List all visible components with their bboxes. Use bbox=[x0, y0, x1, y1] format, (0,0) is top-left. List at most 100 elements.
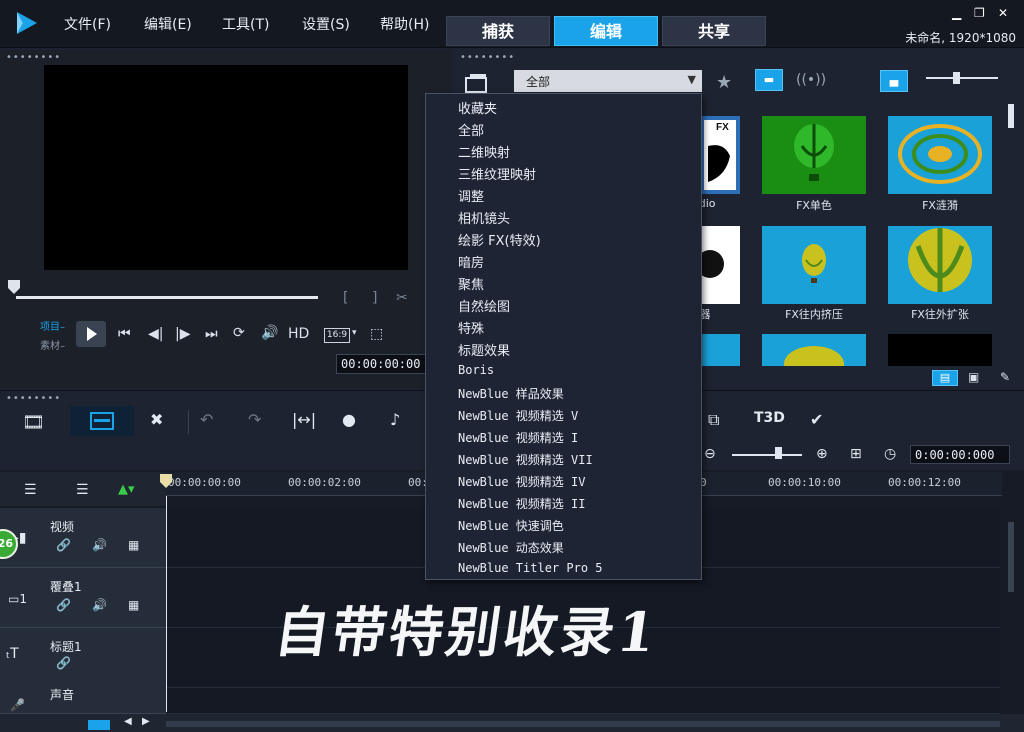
zoom-in-icon[interactable]: ⊕ bbox=[816, 446, 828, 462]
timeline-fit-button[interactable] bbox=[88, 720, 110, 730]
scroll-right-icon[interactable]: ▶ bbox=[142, 716, 150, 727]
thumb-unknown[interactable] bbox=[700, 226, 740, 304]
thumb-fx-mono[interactable] bbox=[762, 116, 866, 194]
thumb-row3-c[interactable] bbox=[888, 334, 992, 366]
track-lane-voice[interactable] bbox=[167, 688, 1000, 714]
mark-out-icon[interactable]: ] bbox=[372, 290, 377, 306]
link-icon[interactable]: 🔗 bbox=[56, 656, 71, 670]
show-audio-filters-icon[interactable]: ((•)) bbox=[796, 72, 826, 88]
timeline-vscrollbar[interactable] bbox=[1008, 522, 1014, 592]
link-icon[interactable]: 🔗 bbox=[56, 598, 71, 612]
aspect-ratio-button[interactable]: 16:9 bbox=[324, 328, 350, 343]
scroll-left-icon[interactable]: ◀ bbox=[124, 716, 132, 727]
hd-toggle[interactable]: HD bbox=[288, 326, 309, 342]
undo-icon[interactable]: ↶ bbox=[200, 410, 213, 429]
close-icon[interactable]: ✕ bbox=[998, 6, 1008, 20]
category-select[interactable]: 全部 ▼ bbox=[514, 70, 702, 92]
dropdown-item-adjust[interactable]: 调整 bbox=[458, 186, 484, 205]
prev-frame-icon[interactable]: ◀| bbox=[148, 326, 163, 342]
dropdown-item-natural-painting[interactable]: 自然绘图 bbox=[458, 296, 510, 315]
aspect-dropdown-icon[interactable]: ▾ bbox=[352, 328, 357, 338]
track-mute-icon[interactable]: 🔊 bbox=[92, 538, 107, 552]
storyboard-view-icon[interactable]: 🎞 bbox=[22, 412, 45, 433]
show-video-filters-button[interactable]: ▬ bbox=[755, 69, 783, 91]
add-favorite-icon[interactable]: ★ bbox=[716, 72, 732, 93]
timeline-grip[interactable]: •••••••• bbox=[6, 393, 61, 404]
thumb-row3-a[interactable] bbox=[700, 334, 740, 366]
fit-timeline-icon[interactable]: |↔| bbox=[292, 410, 316, 429]
menu-tools[interactable]: 工具(T) bbox=[222, 14, 269, 34]
sound-mixer-icon[interactable]: ♪ bbox=[390, 410, 400, 429]
dropdown-item-special[interactable]: 特殊 bbox=[458, 318, 484, 337]
volume-icon[interactable]: 🔊 bbox=[261, 325, 278, 341]
dropdown-item-title-effects[interactable]: 标题效果 bbox=[458, 340, 510, 359]
thumb-size-slider[interactable] bbox=[926, 77, 998, 79]
tab-capture[interactable]: 捕获 bbox=[446, 16, 550, 46]
thumb-size-handle[interactable] bbox=[953, 72, 960, 84]
menu-help[interactable]: 帮助(H) bbox=[380, 14, 429, 34]
tab-share[interactable]: 共享 bbox=[662, 16, 766, 46]
dropdown-item-newblue-i[interactable]: NewBlue 视频精选 I bbox=[458, 429, 578, 446]
dropdown-item-camera-lens[interactable]: 相机镜头 bbox=[458, 208, 510, 227]
dropdown-item-darkroom[interactable]: 暗房 bbox=[458, 252, 484, 271]
menu-file[interactable]: 文件(F) bbox=[64, 14, 111, 34]
zoom-handle[interactable] bbox=[775, 447, 782, 459]
library-view-list-button[interactable]: ▤ bbox=[932, 370, 958, 386]
zoom-out-icon[interactable]: ⊖ bbox=[704, 446, 716, 462]
category-dropdown[interactable]: 收藏夹 全部 二维映射 三维纹理映射 调整 相机镜头 绘影 FX(特效) 暗房 … bbox=[425, 93, 702, 580]
motion-icon[interactable]: ✔ bbox=[810, 410, 823, 429]
view-mode-button[interactable]: ▄ bbox=[880, 70, 908, 92]
multicam-icon[interactable]: ⧉ bbox=[708, 410, 719, 430]
library-options-icon[interactable]: ✎ bbox=[1000, 370, 1010, 384]
track-mute-icon[interactable]: 🔊 bbox=[92, 598, 107, 612]
crop-icon[interactable]: ⬚ bbox=[370, 326, 383, 342]
ripple-edit-icon[interactable]: ▦ bbox=[128, 598, 139, 612]
track-header-title[interactable]: 标题1 bbox=[0, 628, 166, 688]
track-manager-icon[interactable]: ☰ bbox=[24, 482, 37, 498]
split-clip-icon[interactable]: ✂ bbox=[396, 290, 408, 306]
library-view-thumb-icon[interactable]: ▣ bbox=[968, 370, 979, 384]
dropdown-item-boris[interactable]: Boris bbox=[458, 363, 494, 377]
dropdown-item-all[interactable]: 全部 bbox=[458, 120, 484, 139]
thumb-row3-b[interactable] bbox=[762, 334, 866, 366]
thumb-fx-pinch[interactable] bbox=[762, 226, 866, 304]
ripple-edit-icon[interactable]: ▦ bbox=[128, 538, 139, 552]
playhead-icon[interactable] bbox=[160, 474, 172, 488]
thumb-fx-expand[interactable] bbox=[888, 226, 992, 304]
timeline-timecode[interactable]: 0:00:00:000 bbox=[910, 445, 1010, 464]
preview-timecode[interactable]: 00:00:00:00 bbox=[336, 354, 432, 374]
dropdown-item-newblue-v[interactable]: NewBlue 视频精选 V bbox=[458, 407, 578, 424]
mark-in-icon[interactable]: [ bbox=[343, 290, 348, 306]
redo-icon[interactable]: ↷ bbox=[248, 410, 261, 429]
library-scrollbar[interactable] bbox=[1008, 104, 1014, 128]
timeline-hscrollbar[interactable] bbox=[166, 721, 1000, 727]
repeat-icon[interactable]: ⟳ bbox=[233, 325, 245, 341]
menu-edit[interactable]: 编辑(E) bbox=[144, 14, 192, 34]
dropdown-item-focus[interactable]: 聚焦 bbox=[458, 274, 484, 293]
dropdown-item-favorites[interactable]: 收藏夹 bbox=[458, 98, 497, 117]
fit-project-icon[interactable]: ⊞ bbox=[850, 446, 862, 462]
library-grip[interactable]: •••••••• bbox=[460, 52, 515, 63]
menu-settings[interactable]: 设置(S) bbox=[302, 14, 350, 34]
dropdown-item-newblue-color[interactable]: NewBlue 快速调色 bbox=[458, 517, 564, 534]
preview-mode-clip[interactable]: 素材– bbox=[40, 337, 65, 352]
dropdown-item-3d-texture[interactable]: 三维纹理映射 bbox=[458, 164, 536, 183]
dropdown-item-newblue-motion[interactable]: NewBlue 动态效果 bbox=[458, 539, 564, 556]
restore-icon[interactable]: ❐ bbox=[974, 6, 985, 20]
dropdown-item-newblue-vii[interactable]: NewBlue 视频精选 VII bbox=[458, 451, 593, 468]
dropdown-item-newblue-sample[interactable]: NewBlue 样品效果 bbox=[458, 385, 564, 402]
thumb-fx-ripple[interactable] bbox=[888, 116, 992, 194]
tab-edit[interactable]: 编辑 bbox=[554, 16, 658, 46]
dropdown-item-newblue-ii[interactable]: NewBlue 视频精选 II bbox=[458, 495, 585, 512]
dropdown-item-corel-fx[interactable]: 绘影 FX(特效) bbox=[458, 230, 541, 249]
title-3d-icon[interactable]: T3D bbox=[754, 410, 785, 426]
add-track-icon[interactable]: ☰ bbox=[76, 482, 89, 498]
preview-grip[interactable]: •••••••• bbox=[6, 52, 61, 63]
preview-mode-project[interactable]: 项目– bbox=[40, 318, 65, 333]
dropdown-item-newblue-titler[interactable]: NewBlue Titler Pro 5 bbox=[458, 561, 603, 575]
go-start-icon[interactable]: ⏮ bbox=[118, 326, 131, 342]
go-end-icon[interactable]: ⏭ bbox=[205, 326, 218, 342]
minimize-icon[interactable]: ▁ bbox=[952, 6, 961, 20]
scrub-handle-icon[interactable] bbox=[8, 280, 20, 294]
play-icon[interactable] bbox=[76, 321, 106, 347]
